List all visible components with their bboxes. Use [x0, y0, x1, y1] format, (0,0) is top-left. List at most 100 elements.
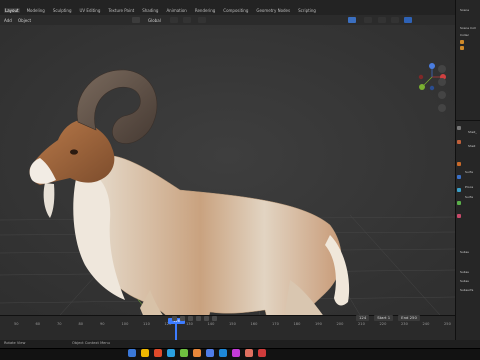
physics-tab-icon[interactable]	[457, 188, 461, 192]
timeline-tick: 170	[272, 322, 279, 326]
timeline-ruler[interactable]: 50 60 70 80 90 100 110 120 130 140 150 160 170 180 190…	[0, 322, 455, 330]
zoom-icon[interactable]	[438, 65, 446, 73]
object-icon-2[interactable]	[460, 46, 464, 50]
3d-viewport[interactable]	[0, 25, 455, 315]
status-bar: Rotate View Object Context Menu	[0, 340, 480, 348]
snap-icon[interactable]	[183, 17, 191, 23]
transform-orientation-icon[interactable]	[132, 17, 140, 23]
tab-rendering[interactable]: Rendering	[194, 8, 216, 13]
taskbar-app-icon[interactable]	[167, 349, 175, 357]
timeline-tick: 200	[336, 322, 344, 326]
end-frame-field[interactable]: End 250	[398, 315, 420, 321]
timeline-tick: 50	[14, 322, 19, 326]
camera-view-icon[interactable]	[438, 91, 446, 99]
start-frame-field[interactable]: Start 1	[374, 315, 394, 321]
jump-start-icon[interactable]	[172, 316, 177, 321]
prev-keyframe-icon[interactable]	[180, 316, 185, 321]
timeline-tick: 240	[422, 322, 430, 326]
taskbar-app-icon[interactable]	[154, 349, 162, 357]
taskbar-app-icon[interactable]	[232, 349, 240, 357]
tab-texture-paint[interactable]: Texture Paint	[107, 8, 135, 13]
shading-solid-icon[interactable]	[378, 17, 386, 23]
play-reverse-icon[interactable]	[188, 316, 193, 321]
status-hint-mid: Object Context Menu	[72, 341, 110, 345]
end-label: End	[401, 315, 409, 320]
pivot-icon[interactable]	[170, 17, 178, 23]
add-menu[interactable]: Add	[4, 18, 12, 23]
workspace-tabs: Layout Modeling Sculpting UV Editing Texture…	[4, 8, 317, 13]
current-frame-field[interactable]: 124	[356, 315, 370, 321]
transform-orientation[interactable]: Global	[148, 18, 161, 23]
timeline-tick: 100	[121, 322, 129, 326]
taskbar-app-icon[interactable]	[180, 349, 188, 357]
tab-animation[interactable]: Animation	[165, 8, 187, 13]
proportional-edit-icon[interactable]	[198, 17, 206, 23]
timeline-tick: 230	[401, 322, 408, 326]
timeline-tick: 250	[444, 322, 451, 326]
start-value: 1	[387, 315, 391, 320]
y-axis-icon[interactable]	[419, 84, 425, 90]
timeline-tick: 180	[293, 322, 301, 326]
property-label-6: Subsurfa	[460, 288, 474, 292]
tab-scripting[interactable]: Scripting	[297, 8, 317, 13]
data-tab-icon[interactable]	[457, 201, 461, 205]
tab-compositing[interactable]: Compositing	[222, 8, 249, 13]
shading-rendered-icon[interactable]	[404, 17, 412, 23]
modifier-tab-icon[interactable]	[457, 175, 461, 179]
play-icon[interactable]	[196, 316, 201, 321]
taskbar-app-icon[interactable]	[206, 349, 214, 357]
timeline-tick: 90	[100, 322, 105, 326]
next-keyframe-icon[interactable]	[204, 316, 209, 321]
taskbar-app-icon[interactable]	[193, 349, 201, 357]
object-tab-icon[interactable]	[457, 162, 461, 166]
properties-sub[interactable]: Shell	[468, 144, 475, 149]
tool-tab-icon[interactable]	[457, 126, 461, 130]
material-tab-icon[interactable]	[457, 214, 461, 218]
perspective-toggle-icon[interactable]	[438, 104, 446, 112]
shading-material-icon[interactable]	[391, 17, 399, 23]
viewport-overlay-icon[interactable]	[348, 17, 356, 23]
taskbar-app-icon[interactable]	[141, 349, 149, 357]
timeline-tick: 110	[143, 322, 150, 326]
z-axis-icon[interactable]	[429, 63, 435, 69]
timeline-tick: 220	[379, 322, 387, 326]
pan-hand-icon[interactable]	[438, 78, 446, 86]
tab-layout[interactable]: Layout	[4, 8, 20, 13]
outliner-properties-panel: Scene Scene Coll Collec Shell_ Shell Sur…	[455, 0, 480, 360]
property-label-1: Proce	[465, 185, 474, 189]
tab-uv-editing[interactable]: UV Editing	[79, 8, 102, 13]
scene-label[interactable]: Scene	[460, 8, 469, 13]
timeline-tick: 60	[35, 322, 41, 326]
timeline-tick: 190	[315, 322, 322, 326]
object-icon[interactable]	[460, 40, 464, 44]
panel-divider	[456, 120, 480, 121]
taskbar-app-icon[interactable]	[245, 349, 253, 357]
timeline-tick: 140	[207, 322, 215, 326]
timeline-tick: 70	[57, 322, 62, 326]
ram-model[interactable]	[0, 50, 455, 315]
jump-end-icon[interactable]	[212, 316, 217, 321]
outliner-scene-collection[interactable]: Scene Coll	[460, 26, 476, 31]
render-tab-icon[interactable]	[457, 140, 461, 144]
properties-object-name[interactable]: Shell_	[468, 130, 477, 135]
end-value: 250	[409, 315, 417, 320]
taskbar-app-icon[interactable]	[258, 349, 266, 357]
property-label-4: Subsu	[460, 270, 470, 274]
property-label-3: Subsu	[460, 250, 470, 254]
viewport-header: Add Object Global Options	[0, 15, 455, 32]
outliner-collection[interactable]: Collec	[460, 33, 469, 38]
start-label: Start	[377, 315, 387, 320]
status-hint-left: Rotate View	[4, 341, 26, 345]
tab-geometry-nodes[interactable]: Geometry Nodes	[255, 8, 291, 13]
object-menu[interactable]: Object	[18, 18, 31, 23]
taskbar-app-icon[interactable]	[219, 349, 227, 357]
xray-icon[interactable]	[364, 17, 372, 23]
taskbar-app-icon[interactable]	[128, 349, 136, 357]
timeline-tick: 150	[229, 322, 236, 326]
playback-controls	[172, 316, 217, 321]
tab-modeling[interactable]: Modeling	[26, 8, 46, 13]
tab-shading[interactable]: Shading	[141, 8, 159, 13]
frame-range: 124 Start 1 End 250	[356, 315, 420, 321]
property-label-5: Subsu	[460, 279, 470, 283]
tab-sculpting[interactable]: Sculpting	[52, 8, 73, 13]
